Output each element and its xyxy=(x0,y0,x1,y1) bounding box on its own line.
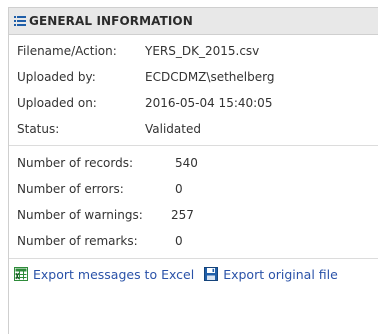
list-icon xyxy=(14,16,26,26)
status-value: Validated xyxy=(145,122,201,136)
save-disk-icon xyxy=(204,267,219,281)
panel-title: GENERAL INFORMATION xyxy=(29,14,193,28)
general-information-panel: GENERAL INFORMATION Filename/Action: YER… xyxy=(8,7,378,334)
export-messages-label: Export messages to Excel xyxy=(33,266,195,282)
uploaded-by-value: ECDCDMZ\sethelberg xyxy=(145,70,275,84)
export-original-label: Export original file xyxy=(223,266,338,282)
warnings-label: Number of warnings: xyxy=(17,208,143,222)
records-value: 540 xyxy=(175,156,198,170)
info-row-status: Status: Validated xyxy=(17,116,378,142)
errors-label: Number of errors: xyxy=(17,182,124,196)
panel-header: GENERAL INFORMATION xyxy=(9,8,378,35)
uploaded-on-value: 2016-05-04 15:40:05 xyxy=(145,96,273,110)
stat-row-warnings: Number of warnings: 257 xyxy=(17,202,378,228)
uploaded-by-label: Uploaded by: xyxy=(17,70,96,84)
export-messages-button[interactable]: Export messages to Excel xyxy=(14,267,194,282)
info-row-uploaded-on: Uploaded on: 2016-05-04 15:40:05 xyxy=(17,90,378,116)
stat-row-remarks: Number of remarks: 0 xyxy=(17,228,378,254)
info-row-filename: Filename/Action: YERS_DK_2015.csv xyxy=(17,38,378,64)
filename-label: Filename/Action: xyxy=(17,44,117,58)
warnings-value: 257 xyxy=(171,208,194,222)
records-label: Number of records: xyxy=(17,156,134,170)
info-row-uploaded-by: Uploaded by: ECDCDMZ\sethelberg xyxy=(17,64,378,90)
remarks-label: Number of remarks: xyxy=(17,234,138,248)
errors-value: 0 xyxy=(175,182,183,196)
remarks-value: 0 xyxy=(175,234,183,248)
uploaded-on-label: Uploaded on: xyxy=(17,96,97,110)
file-info-section: Filename/Action: YERS_DK_2015.csv Upload… xyxy=(9,35,378,145)
stats-section: Number of records: 540 Number of errors:… xyxy=(9,146,378,258)
excel-icon xyxy=(14,267,28,281)
status-label: Status: xyxy=(17,122,60,136)
actions-bar: Export messages to Excel Export original… xyxy=(9,259,378,289)
stat-row-errors: Number of errors: 0 xyxy=(17,176,378,202)
export-original-button[interactable]: Export original file xyxy=(204,267,338,282)
stat-row-records: Number of records: 540 xyxy=(17,150,378,176)
filename-value: YERS_DK_2015.csv xyxy=(145,44,260,58)
